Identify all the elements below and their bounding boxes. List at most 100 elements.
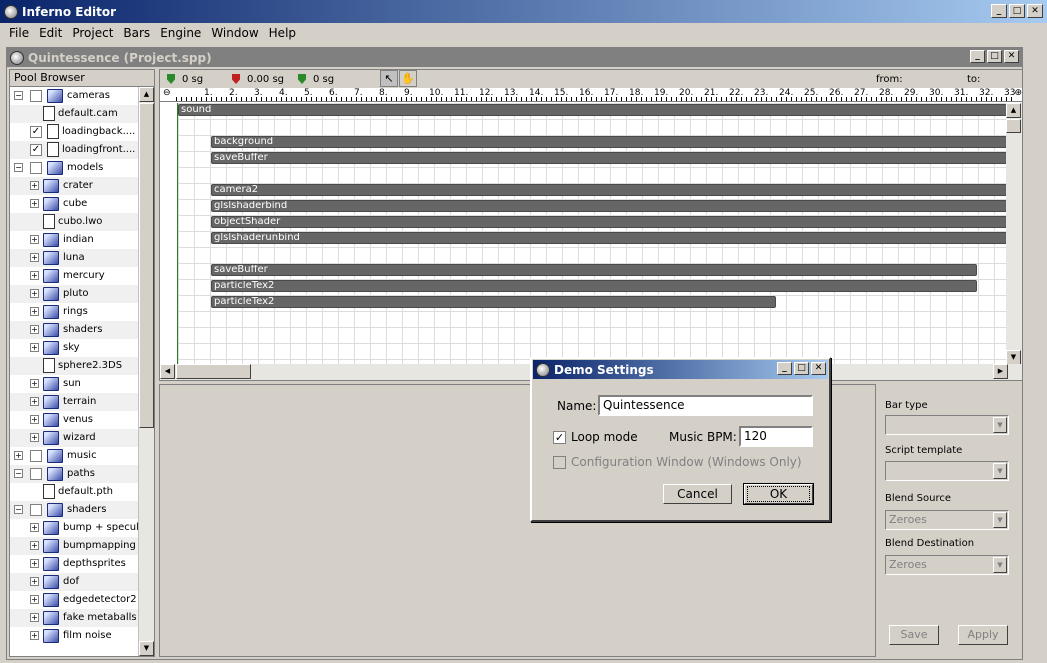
timeline-bar[interactable]: particleTex2 bbox=[211, 296, 776, 308]
project-close-button[interactable]: ✕ bbox=[1004, 50, 1019, 63]
zoom-out-icon[interactable]: ⊖ bbox=[163, 88, 171, 98]
apply-button[interactable]: Apply bbox=[958, 625, 1008, 645]
scroll-up-arrow-icon[interactable]: ▲ bbox=[139, 87, 154, 102]
timeline-ruler[interactable]: ⊖ 1. 2. 3. 4. 5. 6. 7. 8. 9. 10. 11. 12. 13. 14. 15. 16… bbox=[160, 88, 1022, 102]
expand-icon[interactable]: + bbox=[30, 379, 39, 388]
collapse-icon[interactable]: − bbox=[14, 505, 23, 514]
pool-tree-item[interactable]: + music bbox=[10, 447, 154, 465]
loop-mode-checkbox[interactable]: ✓ bbox=[553, 431, 566, 444]
expand-icon[interactable]: + bbox=[30, 235, 39, 244]
pool-item-checkbox[interactable] bbox=[30, 162, 42, 174]
pool-tree-item[interactable]: + sky bbox=[10, 339, 154, 357]
select-tool-icon[interactable]: ↖ bbox=[380, 70, 398, 87]
pool-tree-item[interactable]: + mercury bbox=[10, 267, 154, 285]
pool-tree-item[interactable]: ✓ loadingback.... bbox=[10, 123, 154, 141]
menu-bars[interactable]: Bars bbox=[118, 26, 155, 40]
end-marker-icon[interactable] bbox=[298, 74, 306, 84]
expand-icon[interactable]: + bbox=[30, 181, 39, 190]
pool-tree-item[interactable]: + shaders bbox=[10, 321, 154, 339]
menu-window[interactable]: Window bbox=[206, 26, 263, 40]
pool-tree-item[interactable]: + bumpmapping bbox=[10, 537, 154, 555]
timeline-grid[interactable]: sound background saveBuffer camera2 glslshad… bbox=[177, 103, 1010, 365]
pool-tree-item[interactable]: + indian bbox=[10, 231, 154, 249]
pool-tree-item[interactable]: + pluto bbox=[10, 285, 154, 303]
pool-tree-item[interactable]: cubo.lwo bbox=[10, 213, 154, 231]
bar-type-combo[interactable]: ▼ bbox=[885, 415, 1009, 435]
tl-scroll-left-arrow-icon[interactable]: ◀ bbox=[160, 364, 175, 379]
pool-tree-item[interactable]: + fake metaballs bbox=[10, 609, 154, 627]
close-button[interactable]: ✕ bbox=[1027, 4, 1043, 18]
pool-item-checkbox[interactable]: ✓ bbox=[30, 126, 42, 138]
pool-tree-item[interactable]: + dof bbox=[10, 573, 154, 591]
blend-destination-combo[interactable]: Zeroes ▼ bbox=[885, 555, 1009, 575]
pool-tree-item[interactable]: − models bbox=[10, 159, 154, 177]
expand-icon[interactable]: + bbox=[30, 199, 39, 208]
hand-tool-icon[interactable]: ✋ bbox=[399, 70, 417, 87]
expand-icon[interactable]: + bbox=[30, 613, 39, 622]
script-template-combo[interactable]: ▼ bbox=[885, 461, 1009, 481]
pool-tree-item[interactable]: − paths bbox=[10, 465, 154, 483]
tl-scroll-right-arrow-icon[interactable]: ▶ bbox=[993, 364, 1008, 379]
menu-file[interactable]: File bbox=[4, 26, 34, 40]
maximize-button[interactable]: □ bbox=[1009, 4, 1025, 18]
pool-tree-item[interactable]: + sun bbox=[10, 375, 154, 393]
blend-source-combo[interactable]: Zeroes ▼ bbox=[885, 510, 1009, 530]
expand-icon[interactable]: + bbox=[30, 343, 39, 352]
chevron-down-icon[interactable]: ▼ bbox=[993, 512, 1007, 528]
dialog-close-button[interactable]: ✕ bbox=[811, 362, 826, 375]
pool-tree-item[interactable]: + venus bbox=[10, 411, 154, 429]
pool-tree-item[interactable]: default.cam bbox=[10, 105, 154, 123]
expand-icon[interactable]: + bbox=[30, 577, 39, 586]
pool-tree-item[interactable]: + rings bbox=[10, 303, 154, 321]
pool-tree-item[interactable]: − shaders bbox=[10, 501, 154, 519]
pool-tree-item[interactable]: + cube bbox=[10, 195, 154, 213]
cancel-button[interactable]: Cancel bbox=[663, 484, 732, 504]
pool-item-checkbox[interactable]: ✓ bbox=[30, 144, 42, 156]
expand-icon[interactable]: + bbox=[30, 307, 39, 316]
pool-item-checkbox[interactable] bbox=[30, 504, 42, 516]
timeline-bar[interactable]: objectShader bbox=[211, 216, 1010, 228]
timeline-bar[interactable]: saveBuffer bbox=[211, 264, 977, 276]
chevron-down-icon[interactable]: ▼ bbox=[993, 417, 1007, 433]
minimize-button[interactable]: _ bbox=[991, 4, 1007, 18]
timeline-bar[interactable]: glslshaderunbind bbox=[211, 232, 1010, 244]
pool-item-checkbox[interactable] bbox=[30, 90, 42, 102]
expand-icon[interactable]: + bbox=[30, 397, 39, 406]
tl-hscroll-thumb[interactable] bbox=[176, 364, 251, 379]
timeline-bar[interactable]: camera2 bbox=[211, 184, 1010, 196]
expand-icon[interactable]: + bbox=[30, 541, 39, 550]
collapse-icon[interactable]: − bbox=[14, 91, 23, 100]
pool-tree-item[interactable]: ✓ loadingfront.... bbox=[10, 141, 154, 159]
pool-tree-item[interactable]: + wizard bbox=[10, 429, 154, 447]
expand-icon[interactable]: + bbox=[30, 631, 39, 640]
pool-scroll-thumb[interactable] bbox=[139, 103, 154, 428]
configuration-window-checkbox[interactable] bbox=[553, 456, 566, 469]
save-button[interactable]: Save bbox=[889, 625, 939, 645]
menu-engine[interactable]: Engine bbox=[155, 26, 206, 40]
pool-tree-item[interactable]: + bump + specular bbox=[10, 519, 154, 537]
dialog-maximize-button[interactable]: □ bbox=[794, 362, 809, 375]
collapse-icon[interactable]: − bbox=[14, 163, 23, 172]
pool-scrollbar[interactable]: ▲ ▼ bbox=[138, 87, 154, 656]
zoom-in-icon[interactable]: ⊕ bbox=[1014, 88, 1022, 98]
timeline-bar[interactable]: saveBuffer bbox=[211, 152, 1010, 164]
chevron-down-icon[interactable]: ▼ bbox=[993, 557, 1007, 573]
expand-icon[interactable]: + bbox=[30, 253, 39, 262]
pool-tree-item[interactable]: + film noise bbox=[10, 627, 154, 645]
project-maximize-button[interactable]: □ bbox=[987, 50, 1002, 63]
name-field[interactable]: Quintessence bbox=[598, 395, 813, 416]
timeline-bar[interactable]: particleTex2 bbox=[211, 280, 977, 292]
expand-icon[interactable]: + bbox=[30, 559, 39, 568]
timeline-bar[interactable]: glslshaderbind bbox=[211, 200, 1010, 212]
expand-icon[interactable]: + bbox=[30, 271, 39, 280]
pool-tree-item[interactable]: + depthsprites bbox=[10, 555, 154, 573]
pool-item-checkbox[interactable] bbox=[30, 468, 42, 480]
expand-icon[interactable]: + bbox=[30, 523, 39, 532]
expand-icon[interactable]: + bbox=[30, 325, 39, 334]
expand-icon[interactable]: + bbox=[30, 595, 39, 604]
start-marker-icon[interactable] bbox=[167, 74, 175, 84]
timeline-bar[interactable]: sound bbox=[178, 104, 1010, 116]
timeline-vscrollbar[interactable]: ▲ ▼ bbox=[1006, 103, 1022, 365]
expand-icon[interactable]: + bbox=[30, 415, 39, 424]
pool-tree-item[interactable]: + edgedetector2 bbox=[10, 591, 154, 609]
